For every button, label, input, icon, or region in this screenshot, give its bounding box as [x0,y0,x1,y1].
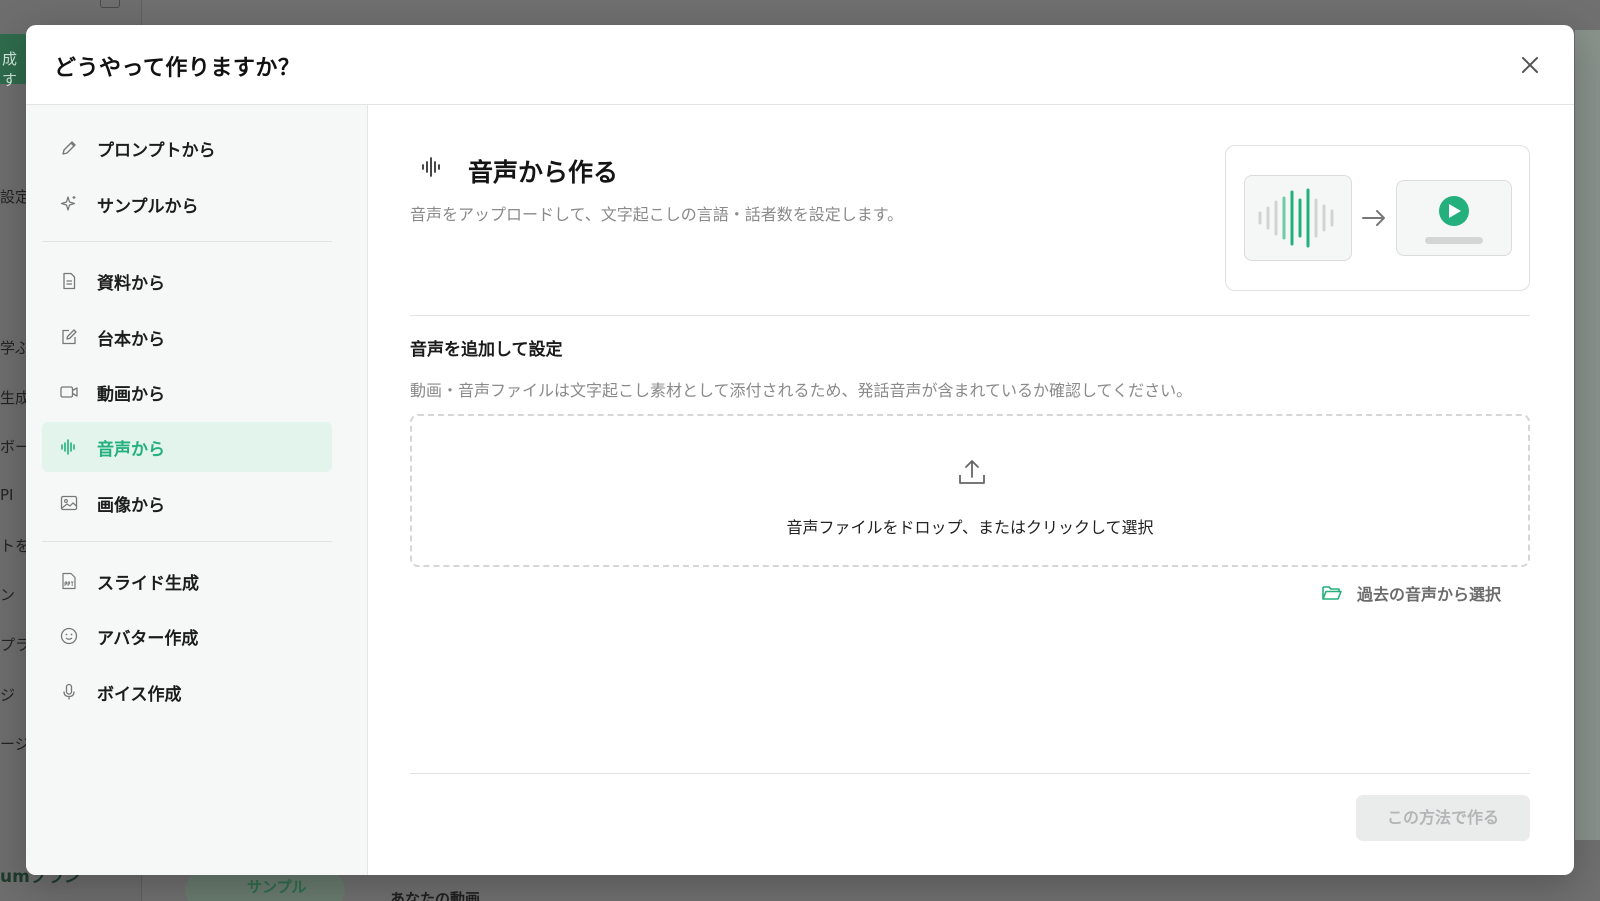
smile-icon [59,626,79,646]
sidebar-item-label: アバター作成 [97,628,199,649]
sidebar-item-label: 台本から [97,329,165,350]
sidebar-item-sample[interactable]: サンプルから [42,179,332,229]
video-player-card [1396,180,1512,256]
background-text: PI [0,486,14,504]
sidebar-item-image[interactable]: 画像から [42,478,332,528]
sidebar-item-label: 画像から [97,495,165,516]
waveform-icon [59,437,79,457]
pencil-icon [59,138,79,158]
folder-open-icon [1321,583,1343,603]
method-description: 音声をアップロードして、文字起こしの言語・話者数を設定します。 [410,205,904,224]
panel-toggle-icon [100,0,120,8]
background-right-strip [1575,30,1600,840]
create-method-modal: どうやって作りますか？ プロンプトから サンプルから 資料から 台本から 動画か… [26,25,1574,875]
background-text: ジ [0,686,16,704]
section-divider [410,315,1530,316]
video-icon [59,382,79,402]
modal-header: どうやって作りますか？ [26,25,1574,105]
past-audio-label: 過去の音声から選択 [1357,585,1502,604]
sidebar-item-video[interactable]: 動画から [42,367,332,417]
sidebar-item-label: プロンプトから [97,140,216,161]
method-title: 音声から作る [468,158,619,187]
section-title: 音声を追加して設定 [410,340,563,360]
background-section-label: あなたの動画 [390,890,481,901]
sidebar-item-label: ボイス作成 [97,684,182,705]
document-icon [59,271,79,291]
select-past-audio-link[interactable]: 過去の音声から選択 [1321,581,1501,605]
footer-divider [410,773,1530,774]
method-sidebar: プロンプトから サンプルから 資料から 台本から 動画から 音声から 画像から … [26,105,368,875]
sidebar-item-voice[interactable]: ボイス作成 [42,667,332,717]
image-icon [59,493,79,513]
sparkle-icon [59,194,79,214]
close-button[interactable] [1516,51,1544,79]
dropzone-text: 音声ファイルをドロップ、またはクリックして選択 [786,518,1154,537]
sidebar-item-avatar[interactable]: アバター作成 [42,611,332,661]
sidebar-item-prompt[interactable]: プロンプトから [42,123,332,173]
sidebar-item-label: 動画から [97,384,165,405]
edit-icon [59,327,79,347]
audio-dropzone[interactable]: 音声ファイルをドロップ、またはクリックして選択 [410,414,1530,567]
microphone-icon [59,682,79,702]
sidebar-item-label: 音声から [97,439,165,460]
sidebar-item-slide[interactable]: スライド生成 [42,556,332,606]
modal-title: どうやって作りますか？ [54,56,301,81]
audio-to-video-illustration [1225,145,1530,291]
sidebar-item-audio[interactable]: 音声から [42,422,332,472]
waveform-card [1244,175,1352,261]
method-content: 音声から作る 音声をアップロードして、文字起こしの言語・話者数を設定します。 音… [368,105,1574,875]
background-text: ン [0,586,16,604]
sidebar-divider [42,541,332,542]
waveform-icon [420,155,444,179]
upload-icon [956,456,988,488]
sidebar-item-label: サンプルから [97,196,199,217]
sidebar-divider [42,241,332,242]
ppt-icon [59,571,79,591]
sidebar-item-script[interactable]: 台本から [42,312,332,362]
close-icon [1522,57,1538,73]
sidebar-item-label: 資料から [97,273,165,294]
sidebar-item-label: スライド生成 [97,573,199,594]
section-note: 動画・音声ファイルは文字起こし素材として添付されるため、発話音声が含まれているか… [410,381,1193,400]
create-with-method-button[interactable]: この方法で作る [1356,795,1530,841]
sidebar-item-document[interactable]: 資料から [42,256,332,306]
arrow-right-icon [1359,203,1389,233]
